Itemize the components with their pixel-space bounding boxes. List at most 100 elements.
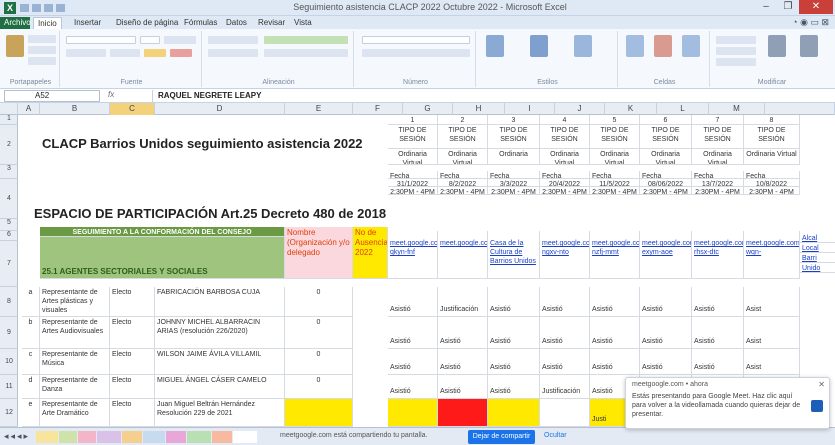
meet-link-text[interactable]: meet.google.com/qgeq-exym-aoe	[642, 240, 691, 256]
row-header[interactable]: 9	[0, 317, 18, 349]
close-icon[interactable]: ✕	[818, 380, 825, 389]
session-number[interactable]: 8	[744, 115, 800, 125]
meet-link-text[interactable]: meet.google.com/mbq-rhsx-dtc	[694, 240, 743, 256]
attendance-cell[interactable]: Asistió	[640, 287, 692, 317]
session-mode[interactable]: Ordinaria Virtual	[438, 149, 488, 165]
hide-share-bar-link[interactable]: Ocultar	[544, 432, 567, 439]
row-tipo[interactable]: Electo	[110, 375, 155, 399]
column-header-c[interactable]: C	[110, 103, 155, 115]
merge-center-button[interactable]	[264, 49, 348, 57]
sheet-tab[interactable]	[78, 431, 96, 443]
attendance-cell[interactable]: Justificación	[438, 287, 488, 317]
sheet-nav-arrows[interactable]: ◂◂◂▸	[4, 431, 30, 442]
clear-button[interactable]	[716, 58, 756, 66]
format-cells-icon[interactable]	[682, 35, 700, 57]
row-header[interactable]: 11	[0, 375, 18, 399]
session-number[interactable]: 2	[438, 115, 488, 125]
row-letter[interactable]: e	[22, 399, 40, 427]
customize-qat-icon[interactable]	[56, 4, 65, 12]
session-type[interactable]: TIPO DE SESIÓN	[388, 125, 438, 149]
session-date[interactable]: 10/8/2022	[744, 179, 800, 187]
row-ausencias[interactable]: 0	[285, 375, 353, 399]
sheet-title[interactable]: CLACP Barrios Unidos seguimiento asisten…	[40, 135, 370, 157]
meet-link-text[interactable]: meet.google.com/ebs-nzfj-mmt	[592, 240, 639, 256]
row-sector[interactable]: Representante de Música	[40, 349, 110, 375]
help-icon[interactable]: ◔ ◉ ▭ ⊠	[792, 17, 829, 28]
attendance-cell[interactable]: Asistió	[388, 287, 438, 317]
find-select-icon[interactable]	[800, 35, 818, 57]
column-header-f[interactable]: F	[353, 103, 403, 115]
header-nombre[interactable]: Nombre (Organización y/o delegado	[285, 227, 353, 279]
session-meet-link[interactable]: meet.google.com/wde-ngxv-nto	[540, 231, 590, 279]
row-tipo[interactable]: Electo	[110, 349, 155, 375]
session-number[interactable]: 6	[640, 115, 692, 125]
attendance-cell[interactable]: Asistió	[388, 375, 438, 399]
save-icon[interactable]	[20, 4, 29, 12]
fill-button[interactable]	[716, 47, 756, 55]
attendance-cell[interactable]: Asistió	[488, 349, 540, 375]
row-ausencias[interactable]: 0	[285, 349, 353, 375]
attendance-cell[interactable]: Asistió	[540, 287, 590, 317]
formula-input[interactable]: RAQUEL NEGRETE LEAPY	[152, 90, 832, 102]
session-date[interactable]: 08/06/2022	[640, 179, 692, 187]
font-grow-shrink[interactable]	[164, 36, 196, 44]
excel-app-icon[interactable]: X	[4, 2, 16, 14]
attendance-cell[interactable]	[540, 399, 590, 427]
attendance-cell[interactable]: Asistió	[540, 349, 590, 375]
row-tipo[interactable]: Electo	[110, 399, 155, 427]
attendance-cell[interactable]: Asistió	[590, 317, 640, 349]
session-number[interactable]: 4	[540, 115, 590, 125]
font-name-select[interactable]	[66, 36, 136, 44]
row-letter[interactable]: b	[22, 317, 40, 349]
fecha-label[interactable]: Fecha	[388, 171, 438, 179]
session-type[interactable]: TIPO DE SESIÓN	[590, 125, 640, 149]
row-nombre[interactable]: WILSON JAIME ÁVILA VILLAMIL	[155, 349, 285, 375]
row-header[interactable]: 5	[0, 219, 18, 231]
tab-inicio[interactable]: Inicio	[33, 17, 62, 29]
row-header[interactable]: 3	[0, 165, 18, 179]
row-tipo[interactable]: Electo	[110, 317, 155, 349]
sheet-tab[interactable]	[36, 431, 58, 443]
cut-button[interactable]	[28, 35, 56, 43]
row-ausencias[interactable]: 0	[285, 287, 353, 317]
font-color-button[interactable]	[170, 49, 192, 57]
session-time[interactable]: 2:30PM - 4PM	[388, 187, 438, 195]
fecha-label[interactable]: Fecha	[590, 171, 640, 179]
session-date[interactable]: 31/1/2022	[388, 179, 438, 187]
session-type[interactable]: TIPO DE SESIÓN	[744, 125, 800, 149]
session-mode[interactable]: Ordinaria Virtual	[590, 149, 640, 165]
session-type[interactable]: TIPO DE SESIÓN	[438, 125, 488, 149]
tab-datos[interactable]: Datos	[222, 17, 251, 29]
tab-vista[interactable]: Vista	[290, 17, 316, 29]
attendance-cell[interactable]: Asistió	[590, 287, 640, 317]
attendance-cell[interactable]: Asistió	[488, 375, 540, 399]
attendance-cell[interactable]	[388, 399, 438, 427]
sheet-subtitle[interactable]: ESPACIO DE PARTICIPACIÓN Art.25 Decreto …	[32, 205, 404, 225]
bold-italic-underline[interactable]	[66, 49, 106, 57]
section-header[interactable]: SEGUIMIENTO A LA CONFORMACIÓN DEL CONSEJ…	[40, 227, 285, 237]
wrap-text-button[interactable]	[264, 36, 348, 44]
attendance-cell[interactable]: Asistió	[438, 349, 488, 375]
col-m-link[interactable]: Alcal	[800, 233, 835, 243]
session-meet-link[interactable]: meet.google.com/ebs-nzfj-mmt	[590, 231, 640, 279]
attendance-cell[interactable]: Asist	[744, 317, 800, 349]
column-header-g[interactable]: G	[403, 103, 453, 115]
session-meet-link[interactable]: meet.google.com/xzb-	[438, 231, 488, 279]
fx-icon[interactable]: fx	[108, 90, 148, 102]
undo-icon[interactable]	[32, 4, 41, 12]
row-header[interactable]: 6	[0, 231, 18, 241]
close-button[interactable]: ✕	[799, 0, 833, 14]
number-format-buttons[interactable]	[362, 49, 470, 57]
session-date[interactable]: 20/4/2022	[540, 179, 590, 187]
tab-revisar[interactable]: Revisar	[254, 17, 289, 29]
header-ausencias[interactable]: No de Ausencias 2022	[353, 227, 388, 279]
sheet-tab[interactable]	[212, 431, 232, 443]
session-mode[interactable]: Ordinaria Virtual	[388, 149, 438, 165]
sheet-tab[interactable]	[97, 431, 121, 443]
row-letter[interactable]: d	[22, 375, 40, 399]
fecha-label[interactable]: Fecha	[744, 171, 800, 179]
row-ausencias[interactable]: 0	[285, 317, 353, 349]
session-type[interactable]: TIPO DE SESIÓN	[540, 125, 590, 149]
column-header-a[interactable]: A	[18, 103, 40, 115]
session-meet-link[interactable]: Casa de la Cultura de Barrios Unidos	[488, 231, 540, 279]
